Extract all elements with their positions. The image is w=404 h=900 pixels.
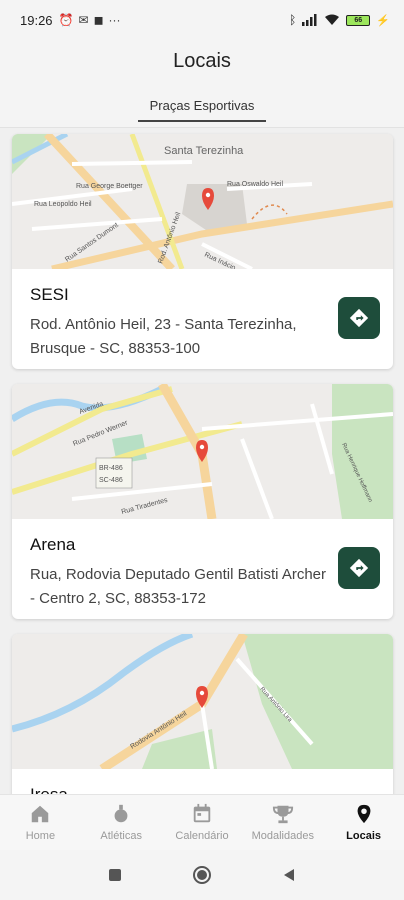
place-name: Iresa xyxy=(30,785,68,794)
system-nav xyxy=(0,850,404,900)
recent-apps-icon[interactable] xyxy=(108,868,122,882)
home-button-icon[interactable] xyxy=(192,865,212,885)
map-preview[interactable]: Santa Terezinha Rua George Boettger Rua … xyxy=(12,134,393,269)
status-right: ᛒ 66 ⚡ xyxy=(289,13,390,27)
nav-item-calendario[interactable]: Calendário xyxy=(162,795,243,850)
directions-button[interactable] xyxy=(338,547,380,589)
nav-item-modalidades[interactable]: Modalidades xyxy=(242,795,323,850)
place-address: Rod. Antônio Heil, 23 - Santa Terezinha,… xyxy=(30,316,297,357)
status-time: 19:26 xyxy=(20,12,53,28)
map-label: Rua George Boettger xyxy=(76,183,143,190)
place-name: SESI xyxy=(30,285,69,304)
battery-level: 66 xyxy=(354,16,363,24)
map-label: BR-486 xyxy=(99,465,123,472)
home-icon xyxy=(32,805,49,823)
map-label: SC-486 xyxy=(99,477,123,484)
nav-label: Home xyxy=(25,830,56,842)
back-icon[interactable] xyxy=(282,868,296,882)
tab-pracas-esportivas[interactable]: Praças Esportivas xyxy=(138,98,266,122)
battery-icon: 66 xyxy=(346,14,371,26)
calendar-icon xyxy=(193,803,211,823)
bottom-nav: Home Atléticas Calendário Modalidades Lo… xyxy=(0,794,404,850)
status-left: 19:26 ⏰ ✉ ◼ ··· xyxy=(20,13,121,28)
directions-icon xyxy=(349,558,369,578)
nav-item-locais[interactable]: Locais xyxy=(323,795,404,850)
directions-button[interactable] xyxy=(338,297,380,339)
place-address: Rua, Rodovia Deputado Gentil Batisti Arc… xyxy=(30,566,326,607)
app-header: Locais Praças Esportivas xyxy=(0,40,404,128)
nav-item-home[interactable]: Home xyxy=(0,795,81,850)
nav-label: Modalidades xyxy=(251,830,314,842)
wifi-icon xyxy=(325,14,340,25)
place-card-iresa: Rodovia Antônio Heil Rua Antônio Lira Ir… xyxy=(12,634,393,794)
places-list[interactable]: Santa Terezinha Rua George Boettger Rua … xyxy=(0,128,404,794)
bluetooth-icon: ᛒ xyxy=(289,13,297,27)
medal-icon xyxy=(114,804,128,823)
location-pin-icon xyxy=(357,804,370,824)
page-title: Locais xyxy=(173,50,231,72)
nav-label: Locais xyxy=(346,830,382,842)
map-label: Santa Terezinha xyxy=(164,145,244,157)
place-card-sesi: Santa Terezinha Rua George Boettger Rua … xyxy=(12,134,393,369)
directions-icon xyxy=(349,308,369,328)
map-preview[interactable]: Avenida Rua Pedro Werner BR-486 SC-486 R… xyxy=(12,384,393,519)
notification-icons: ⏰ ✉ ◼ ··· xyxy=(59,13,121,27)
charging-icon: ⚡ xyxy=(376,14,390,27)
signal-icon xyxy=(302,14,317,26)
map-preview[interactable]: Rodovia Antônio Heil Rua Antônio Lira xyxy=(12,634,393,769)
map-label: Rua Oswaldo Heil xyxy=(227,181,283,188)
more-icon: ··· xyxy=(108,13,121,27)
map-label: Rua Leopoldo Heil xyxy=(34,201,92,208)
place-card-arena: Avenida Rua Pedro Werner BR-486 SC-486 R… xyxy=(12,384,393,619)
alarm-icon: ⏰ xyxy=(58,13,74,27)
status-bar: 19:26 ⏰ ✉ ◼ ··· ᛒ 66 ⚡ xyxy=(0,0,404,40)
place-name: Arena xyxy=(30,535,76,554)
nav-item-atleticas[interactable]: Atléticas xyxy=(81,795,162,850)
trophy-icon xyxy=(272,805,293,824)
game-icon: ◼ xyxy=(93,13,104,27)
nav-label: Calendário xyxy=(175,830,229,842)
message-icon: ✉ xyxy=(78,13,89,27)
nav-label: Atléticas xyxy=(100,830,142,842)
